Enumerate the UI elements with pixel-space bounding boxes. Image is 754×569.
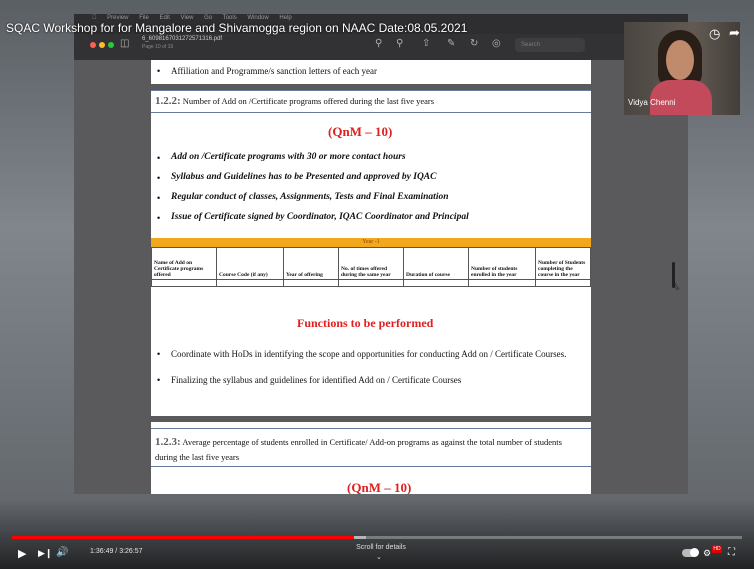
table-header-cell: Name of Add on Certificate programs offe…: [151, 247, 217, 280]
table-header-cell: Year of offering: [283, 247, 339, 280]
search-input[interactable]: Search: [515, 38, 585, 52]
table-header-cell: Number of students enrolled in the year: [468, 247, 536, 280]
table-cell: [403, 279, 469, 287]
next-icon[interactable]: ▶❙: [38, 548, 52, 559]
pdf-page: 1.2.3: Average percentage of students en…: [151, 422, 591, 494]
table-header-cell: No. of times offered during the same yea…: [338, 247, 404, 280]
section-text-continued: during the last five years: [155, 452, 240, 462]
play-icon[interactable]: ▶: [18, 547, 26, 560]
table-header-cell: Number of Students completing the course…: [535, 247, 591, 280]
section-number: 1.2.2:: [155, 95, 181, 107]
mouse-cursor-icon: ⬁: [671, 281, 681, 293]
table-header-cell: Duration of course: [403, 247, 469, 280]
table-cell: [216, 279, 284, 287]
fullscreen-icon[interactable]: ⛶: [728, 547, 735, 558]
section-number: 1.2.3:: [155, 436, 181, 448]
function-item: Finalizing the syllabus and guidelines f…: [171, 375, 462, 385]
pdf-page: • Affiliation and Programme/s sanction l…: [151, 60, 591, 84]
volume-icon[interactable]: 🔊: [56, 547, 68, 558]
table-header-cell: Course Code (if any): [216, 247, 284, 280]
programs-table: Name of Add on Certificate programs offe…: [151, 247, 591, 287]
table-row: [151, 279, 591, 287]
autoplay-toggle-knob: [690, 548, 699, 557]
close-window-button[interactable]: [90, 42, 96, 48]
pdf-viewer[interactable]: • Affiliation and Programme/s sanction l…: [74, 60, 688, 494]
share-arrow-icon[interactable]: ➦: [729, 25, 740, 41]
metric-label: (QnM – 10): [328, 124, 393, 139]
participant-video: Vidya Chenni: [624, 22, 740, 115]
sidebar-toggle-icon[interactable]: ◫: [120, 38, 129, 49]
zoom-in-icon[interactable]: ⚲: [396, 38, 403, 49]
criteria-bullet: Issue of Certificate signed by Coordinat…: [171, 212, 469, 222]
scroll-for-details[interactable]: Scroll for details: [353, 544, 409, 551]
function-item: Coordinate with HoDs in identifying the …: [171, 349, 567, 359]
markup-pen-icon[interactable]: ✎: [447, 38, 455, 49]
table-cell: [151, 279, 217, 287]
section-text: Number of Add on /Certificate programs o…: [182, 96, 435, 106]
rotate-icon[interactable]: ↻: [470, 38, 478, 49]
bullet-icon: •: [157, 193, 161, 203]
section-heading-122: 1.2.2: Number of Add on /Certificate pro…: [155, 95, 434, 107]
top-bullet-text: Affiliation and Programme/s sanction let…: [171, 66, 378, 76]
criteria-bullet: Regular conduct of classes, Assignments,…: [171, 192, 449, 202]
section-divider: [151, 466, 591, 467]
document-filename: 6_6098167031272571316.pdf: [142, 36, 223, 42]
participant-name: Vidya Chenni: [628, 98, 676, 107]
annotate-icon[interactable]: ◎: [492, 38, 501, 49]
zoom-out-icon[interactable]: ⚲: [375, 38, 382, 49]
bullet-icon: •: [157, 375, 161, 385]
table-cell: [468, 279, 536, 287]
page-indicator: Page 10 of 19: [142, 44, 174, 50]
progress-played[interactable]: [12, 536, 354, 539]
bullet-icon: •: [157, 213, 161, 223]
minimize-window-button[interactable]: [99, 42, 105, 48]
table-year-header: Year -1: [151, 238, 591, 247]
table-cell: [283, 279, 339, 287]
chevron-down-icon[interactable]: ⌄: [376, 553, 382, 561]
functions-title: Functions to be performed: [297, 316, 434, 330]
metric-label: (QnM – 10): [347, 480, 412, 494]
settings-gear-icon[interactable]: ⚙: [703, 548, 711, 559]
zoom-window-button[interactable]: [108, 42, 114, 48]
section-divider: [151, 90, 591, 91]
bullet-icon: •: [157, 153, 161, 163]
hd-badge-icon: HD: [712, 545, 722, 553]
table-cell: [535, 279, 591, 287]
section-divider: [151, 428, 591, 429]
section-divider: [151, 112, 591, 113]
bullet-icon: •: [157, 66, 161, 76]
table-cell: [338, 279, 404, 287]
section-text: Average percentage of students enrolled …: [182, 437, 562, 447]
share-icon[interactable]: ⇧: [422, 38, 430, 49]
table-header-row: Name of Add on Certificate programs offe…: [151, 247, 591, 280]
criteria-bullet: Add on /Certificate programs with 30 or …: [171, 152, 406, 162]
pdf-page: 1.2.2: Number of Add on /Certificate pro…: [151, 90, 591, 416]
watch-later-icon[interactable]: ◷: [709, 26, 720, 42]
video-title[interactable]: SQAC Workshop for for Mangalore and Shiv…: [6, 21, 467, 35]
participant-face: [666, 40, 694, 80]
bullet-icon: •: [157, 349, 161, 359]
criteria-bullet: Syllabus and Guidelines has to be Presen…: [171, 172, 437, 182]
time-display: 1:36:49 / 3:26:57: [90, 548, 143, 555]
section-heading-123: 1.2.3: Average percentage of students en…: [155, 436, 562, 448]
bullet-icon: •: [157, 173, 161, 183]
